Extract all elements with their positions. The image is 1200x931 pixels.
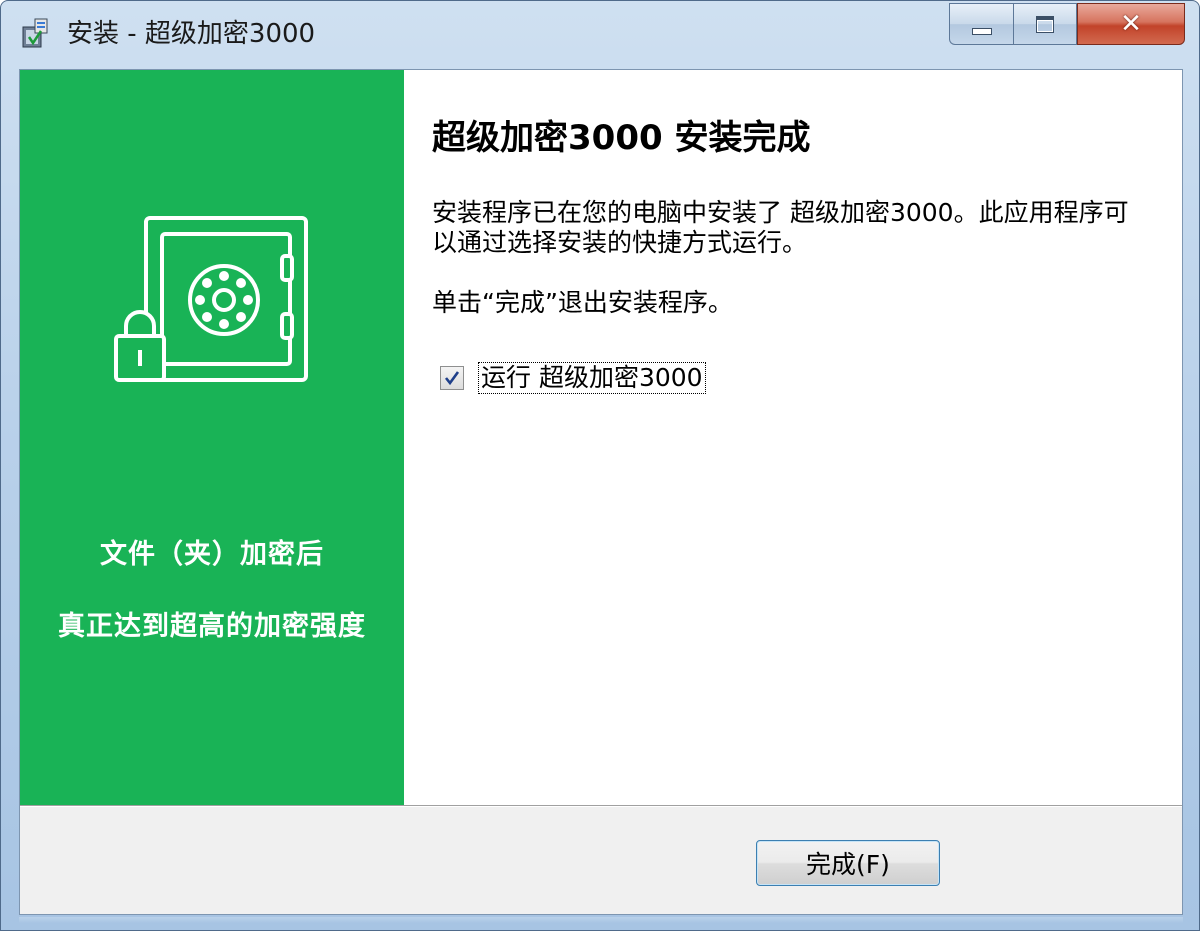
run-app-checkbox[interactable]: [440, 366, 464, 390]
maximize-button[interactable]: [1013, 3, 1077, 45]
minimize-icon: [971, 27, 992, 35]
sidebar-tagline-2: 真正达到超高的加密强度: [58, 611, 366, 642]
sidebar-banner: 文件（夹）加密后 真正达到超高的加密强度: [20, 70, 404, 805]
installer-app-icon: [21, 17, 49, 49]
finish-button[interactable]: 完成(F): [756, 840, 940, 886]
window-title: 安装 - 超级加密3000: [67, 19, 316, 49]
page-title: 超级加密3000 安装完成: [432, 118, 811, 158]
run-app-checkbox-row[interactable]: 运行 超级加密3000: [440, 362, 706, 394]
completion-content: 超级加密3000 安装完成 安装程序已在您的电脑中安装了 超级加密3000。此应…: [404, 70, 1182, 805]
window-bottom-border: [19, 917, 1183, 923]
installer-window: 安装 - 超级加密3000 ✕ 文件（夹）加密后 真正达到超高的加密强度 超级加…: [0, 0, 1200, 931]
close-button[interactable]: ✕: [1077, 3, 1185, 45]
close-icon: ✕: [1120, 9, 1142, 39]
minimize-button[interactable]: [949, 3, 1013, 45]
sidebar-tagline-1: 文件（夹）加密后: [100, 539, 324, 570]
installer-client-area: 文件（夹）加密后 真正达到超高的加密强度 超级加密3000 安装完成 安装程序已…: [19, 69, 1183, 915]
checkmark-icon: [444, 371, 460, 386]
footer-separator: [20, 805, 1182, 807]
caption-buttons: ✕: [949, 3, 1185, 45]
completion-message: 安装程序已在您的电脑中安装了 超级加密3000。此应用程序可以通过选择安装的快捷…: [432, 198, 1129, 257]
run-app-checkbox-label[interactable]: 运行 超级加密3000: [478, 362, 706, 394]
safe-lock-icon: [112, 214, 312, 384]
exit-instruction: 单击“完成”退出安装程序。: [432, 288, 733, 317]
maximize-icon: [1036, 15, 1054, 33]
title-bar[interactable]: 安装 - 超级加密3000 ✕: [1, 1, 1199, 67]
